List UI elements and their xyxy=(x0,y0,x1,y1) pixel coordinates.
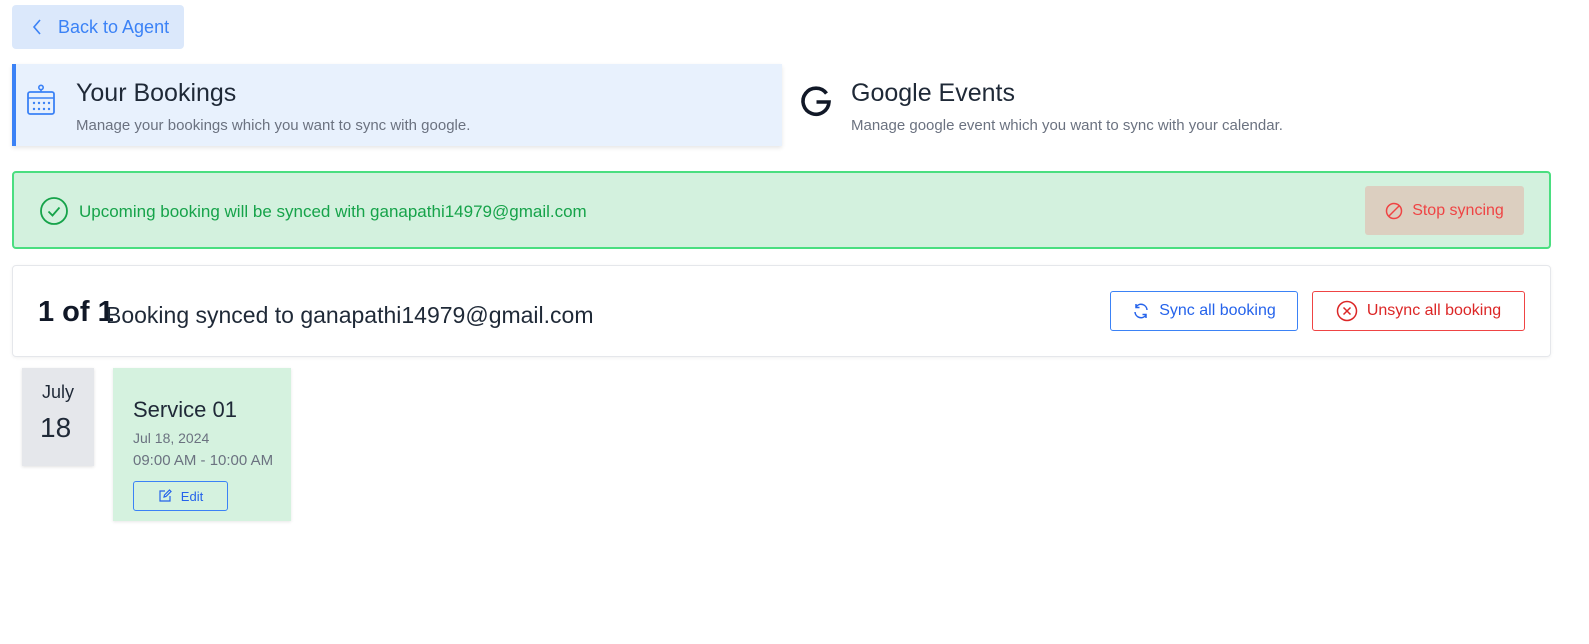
calendar-icon xyxy=(26,84,56,116)
booking-service-name: Service 01 xyxy=(133,397,237,422)
edit-icon xyxy=(158,489,172,503)
booking-card: Service 01 Jul 18, 2024 09:00 AM - 10:00… xyxy=(113,368,291,521)
unsync-all-booking-button[interactable]: Unsync all booking xyxy=(1312,291,1525,331)
sync-status-alert: Upcoming booking will be synced with gan… xyxy=(12,171,1551,249)
back-to-agent-label: Back to Agent xyxy=(58,16,170,37)
tab-google-events[interactable]: Google Events Manage google event which … xyxy=(795,64,1555,146)
tab-description: Manage google event which you want to sy… xyxy=(851,117,1283,134)
unsync-all-booking-label: Unsync all booking xyxy=(1366,302,1502,319)
google-logo-icon xyxy=(799,84,833,118)
stop-syncing-button[interactable]: Stop syncing xyxy=(1365,186,1524,235)
sync-all-booking-button[interactable]: Sync all booking xyxy=(1110,291,1298,331)
edit-label: Edit xyxy=(180,488,204,504)
ban-icon xyxy=(1385,202,1403,220)
chevron-left-icon xyxy=(32,19,42,35)
tab-your-bookings[interactable]: Your Bookings Manage your bookings which… xyxy=(12,64,782,146)
tab-title: Google Events xyxy=(851,79,1015,107)
booking-month: July xyxy=(41,382,74,402)
tab-description: Manage your bookings which you want to s… xyxy=(76,117,471,134)
sync-summary-panel: 1 of 1 Booking synced to ganapathi14979@… xyxy=(12,265,1551,357)
booking-date-block: July 18 xyxy=(22,368,94,466)
synced-summary-text: Booking synced to ganapathi14979@gmail.c… xyxy=(106,302,594,328)
sync-all-booking-label: Sync all booking xyxy=(1159,302,1276,319)
sync-status-message: Upcoming booking will be synced with gan… xyxy=(79,202,587,221)
booking-date: Jul 18, 2024 xyxy=(133,430,210,446)
back-to-agent-button[interactable]: Back to Agent xyxy=(12,5,184,49)
check-circle-icon xyxy=(39,196,69,226)
synced-count: 1 of 1 xyxy=(38,296,114,328)
edit-booking-button[interactable]: Edit xyxy=(133,481,228,511)
x-circle-icon xyxy=(1336,300,1358,322)
booking-time: 09:00 AM - 10:00 AM xyxy=(133,452,274,469)
stop-syncing-label: Stop syncing xyxy=(1412,201,1504,219)
booking-day: 18 xyxy=(40,412,72,443)
refresh-icon xyxy=(1132,302,1150,320)
tab-title: Your Bookings xyxy=(76,79,237,107)
